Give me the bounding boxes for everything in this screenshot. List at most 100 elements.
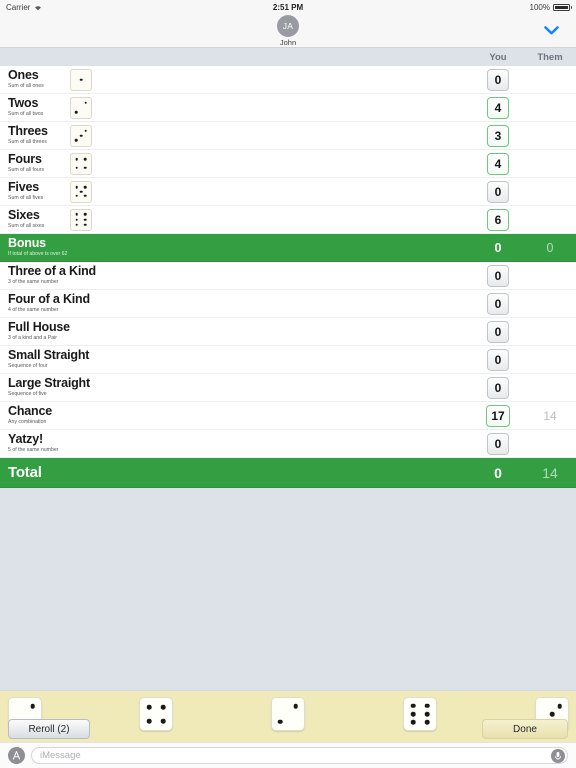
score-value-you[interactable]: 4 <box>487 96 509 119</box>
score-cell-you[interactable]: 6 <box>472 208 524 231</box>
score-cell-you: 0 <box>472 68 524 91</box>
die-face-3 <box>70 124 92 147</box>
score-row[interactable]: Sixes Sum of all sixes 6 <box>0 206 576 234</box>
score-row-description: Sum of all ones <box>8 83 44 89</box>
score-row-description: 4 of the same number <box>8 307 59 313</box>
score-row-label-group: Four of a Kind 4 of the same number <box>8 293 208 314</box>
score-cell-you: 0 <box>472 241 524 255</box>
score-row: Ones Sum of all ones 0 <box>0 66 576 94</box>
score-value-you[interactable]: 0 <box>487 376 509 399</box>
score-value-you[interactable]: 0 <box>487 292 509 315</box>
die-face-5 <box>70 180 92 203</box>
tray-buttons: Reroll (2) Done <box>0 719 576 739</box>
score-row: Four of a Kind 4 of the same number 0 <box>0 290 576 318</box>
score-cell-you[interactable]: 3 <box>472 124 524 147</box>
score-row-description: Any combination <box>8 419 47 425</box>
avatar[interactable]: JA <box>277 14 299 37</box>
nav-bar: JA John <box>0 14 576 48</box>
score-value-you[interactable]: 0 <box>487 180 509 203</box>
app-store-icon[interactable] <box>8 747 25 764</box>
score-row[interactable]: Twos Sum of all twos 4 <box>0 94 576 122</box>
score-value-them: 14 <box>542 464 558 481</box>
score-value-you[interactable]: 0 <box>487 432 509 455</box>
score-row-description: Sum of all sixes <box>8 223 45 229</box>
score-row-label: Full House <box>8 320 70 334</box>
score-row-die <box>70 68 110 91</box>
score-column-headers: You Them <box>0 48 576 66</box>
score-value-you[interactable]: 17 <box>486 404 510 427</box>
status-bar-right: 100% <box>530 3 572 12</box>
score-row-die <box>70 152 110 175</box>
score-cell-you: 0 <box>472 180 524 203</box>
score-row-label-group: Full House 3 of a kind and a Pair <box>8 321 208 342</box>
score-cell-you[interactable]: 4 <box>472 152 524 175</box>
score-row-label: Threes <box>8 124 48 138</box>
status-bar-left: Carrier <box>6 3 42 12</box>
status-bar: Carrier 2:51 PM 100% <box>0 0 576 14</box>
score-row-description: 5 of the same number <box>8 447 59 453</box>
app-screen: Carrier 2:51 PM 100% JA John You Them On… <box>0 0 576 768</box>
carrier-label: Carrier <box>6 2 31 12</box>
score-cell-you: 0 <box>472 292 524 315</box>
score-value-you: 0 <box>494 464 502 481</box>
score-row-description: Sequence of four <box>8 363 48 369</box>
score-row[interactable]: Chance Any combination 17 14 <box>0 402 576 430</box>
score-cell-you[interactable]: 4 <box>472 96 524 119</box>
score-row-description: Sum of all threes <box>8 139 47 145</box>
score-row-label: Ones <box>8 68 39 82</box>
clock: 2:51 PM <box>272 2 304 12</box>
reroll-button[interactable]: Reroll (2) <box>8 719 90 739</box>
score-value-you[interactable]: 0 <box>487 68 509 91</box>
score-cell-you: 0 <box>472 264 524 287</box>
score-row-description: If total of above is over 62 <box>8 251 68 257</box>
score-row-die <box>70 208 110 231</box>
score-row-description: Sum of all twos <box>8 111 44 117</box>
wifi-icon <box>34 4 42 11</box>
score-cell-them: 14 <box>524 409 576 423</box>
score-row-label: Total <box>8 464 42 481</box>
score-row-label-group: Yatzy! 5 of the same number <box>8 433 208 454</box>
score-value-them: 0 <box>546 240 554 255</box>
score-row-label: Chance <box>8 404 52 418</box>
score-row: Large Straight Sequence of five 0 <box>0 374 576 402</box>
score-value-you[interactable]: 4 <box>487 152 509 175</box>
die-face-4 <box>70 152 92 175</box>
score-cell-you: 0 <box>472 465 524 481</box>
score-row-description: Sum of all fives <box>8 195 44 201</box>
die-face-6 <box>70 208 92 231</box>
score-value-you[interactable]: 3 <box>487 124 509 147</box>
score-row-label-group: Threes Sum of all threes <box>8 125 70 146</box>
die-face-1 <box>70 68 92 91</box>
score-value-you[interactable]: 0 <box>487 264 509 287</box>
score-row-label: Small Straight <box>8 348 90 362</box>
score-row-label: Yatzy! <box>8 432 43 446</box>
score-row-label: Four of a Kind <box>8 292 90 306</box>
score-value-you[interactable]: 0 <box>487 348 509 371</box>
score-row-description: 3 of the same number <box>8 279 59 285</box>
score-value-you[interactable]: 6 <box>487 208 509 231</box>
score-cell-them: 0 <box>524 241 576 255</box>
score-row-label: Bonus <box>8 236 46 250</box>
chevron-down-icon[interactable] <box>540 20 562 42</box>
score-row-die <box>70 124 110 147</box>
score-row[interactable]: Threes Sum of all threes 3 <box>0 122 576 150</box>
score-value-them: 14 <box>543 408 557 423</box>
score-row[interactable]: Fours Sum of all fours 4 <box>0 150 576 178</box>
score-row-label-group: Chance Any combination <box>8 405 208 426</box>
score-row-die <box>70 96 110 119</box>
done-button[interactable]: Done <box>482 719 568 739</box>
score-row-label-group: Sixes Sum of all sixes <box>8 209 70 230</box>
score-cell-you: 0 <box>472 376 524 399</box>
message-bar: iMessage <box>0 742 576 768</box>
score-value-you[interactable]: 0 <box>487 320 509 343</box>
score-row-label-group: Bonus If total of above is over 62 <box>8 237 208 258</box>
score-row-label: Twos <box>8 96 39 110</box>
microphone-icon[interactable] <box>551 748 565 763</box>
contact-header[interactable]: JA John <box>277 14 299 47</box>
dice-tray: Reroll (2) Done <box>0 690 576 742</box>
message-placeholder: iMessage <box>40 750 81 761</box>
score-cell-you[interactable]: 17 <box>472 404 524 427</box>
score-table: Ones Sum of all ones 0 Twos Sum of all twos 4… <box>0 66 576 488</box>
message-input[interactable]: iMessage <box>31 747 568 764</box>
score-row-label-group: Ones Sum of all ones <box>8 69 70 90</box>
